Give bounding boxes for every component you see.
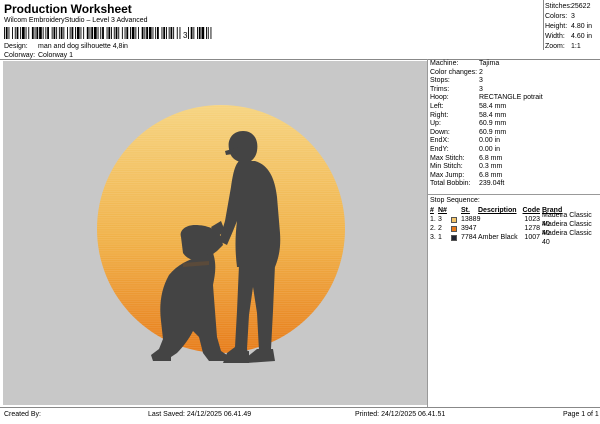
page-title: Production Worksheet <box>4 2 132 16</box>
created-by: Created By: <box>4 411 41 418</box>
last-saved: Last Saved: 24/12/2025 06.41.49 <box>148 411 252 418</box>
footer-divider <box>0 407 600 408</box>
color-changes-row: Color changes: 2 <box>430 68 483 76</box>
design-label: Design: <box>4 43 28 50</box>
stops-row: Stops: 3 <box>430 77 483 85</box>
stop-sequence-table: Stop Sequence: # N# St. Description Code… <box>430 196 598 246</box>
machine-info: Machine: Tajima Color changes: 2 Stops: 3 T… <box>430 60 598 189</box>
design-value: man and dog silhouette 4,8in <box>38 43 128 50</box>
design-preview <box>3 61 427 405</box>
left-row: Left: 58.4 mm <box>430 102 507 110</box>
max-stitch-row: Max Stitch: 6.8 mm <box>430 154 503 162</box>
embroidery-artwork <box>97 105 345 363</box>
table-row: 3. 1 7784 Amber Black 1007 Madeira Class… <box>430 229 592 246</box>
stat-height: Height: 4.80 in <box>545 23 593 30</box>
total-bobbin-row: Total Bobbin: 239.04ft <box>430 180 505 188</box>
printed-date: Printed: 24/12/2025 06.41.51 <box>355 411 446 418</box>
colorway-value: Colorway 1 <box>38 52 74 59</box>
min-stitch-row: Min Stitch: 0.3 mm <box>430 163 503 171</box>
stop-sequence-divider <box>428 194 600 195</box>
barcode-text: 3 <box>183 31 188 39</box>
stats-divider <box>543 0 544 50</box>
machine-row: Machine: Tajima <box>430 60 500 67</box>
stat-width: Width: 4.60 in <box>545 33 593 40</box>
color-swatch <box>451 234 457 241</box>
right-row: Right: 58.4 mm <box>430 111 507 119</box>
software-subtitle: Wilcom EmbroideryStudio – Level 3 Advanc… <box>4 17 148 24</box>
max-jump-row: Max Jump: 6.8 mm <box>430 171 503 179</box>
hoop-row: Hoop: RECTANGLE potrait <box>430 94 543 102</box>
endy-row: EndY: 0.00 in <box>430 145 501 153</box>
stat-stitches: Stitches: 25622 <box>545 3 591 10</box>
barcode: 3 <box>4 27 212 39</box>
design-stats: Stitches: 25622 Colors: 3 Height: 4.80 in W… <box>545 2 598 52</box>
trims-row: Trims: 3 <box>430 85 483 93</box>
color-swatch <box>451 216 457 223</box>
up-row: Up: 60.9 mm <box>430 120 507 128</box>
stat-colors: Colors: 3 <box>545 13 575 20</box>
color-swatch <box>451 225 457 232</box>
stop-sequence-title: Stop Sequence: <box>430 197 480 204</box>
colorway-label: Colorway: <box>4 52 36 59</box>
endx-row: EndX: 0.00 in <box>430 137 501 145</box>
down-row: Down: 60.9 mm <box>430 128 507 136</box>
panel-divider <box>427 59 428 407</box>
page-number: Page 1 of 1 <box>563 411 599 418</box>
design-row: Design: man and dog silhouette 4,8in <box>4 43 128 50</box>
colorway-row: Colorway: Colorway 1 <box>4 52 73 59</box>
stat-zoom: Zoom: 1:1 <box>545 43 581 50</box>
